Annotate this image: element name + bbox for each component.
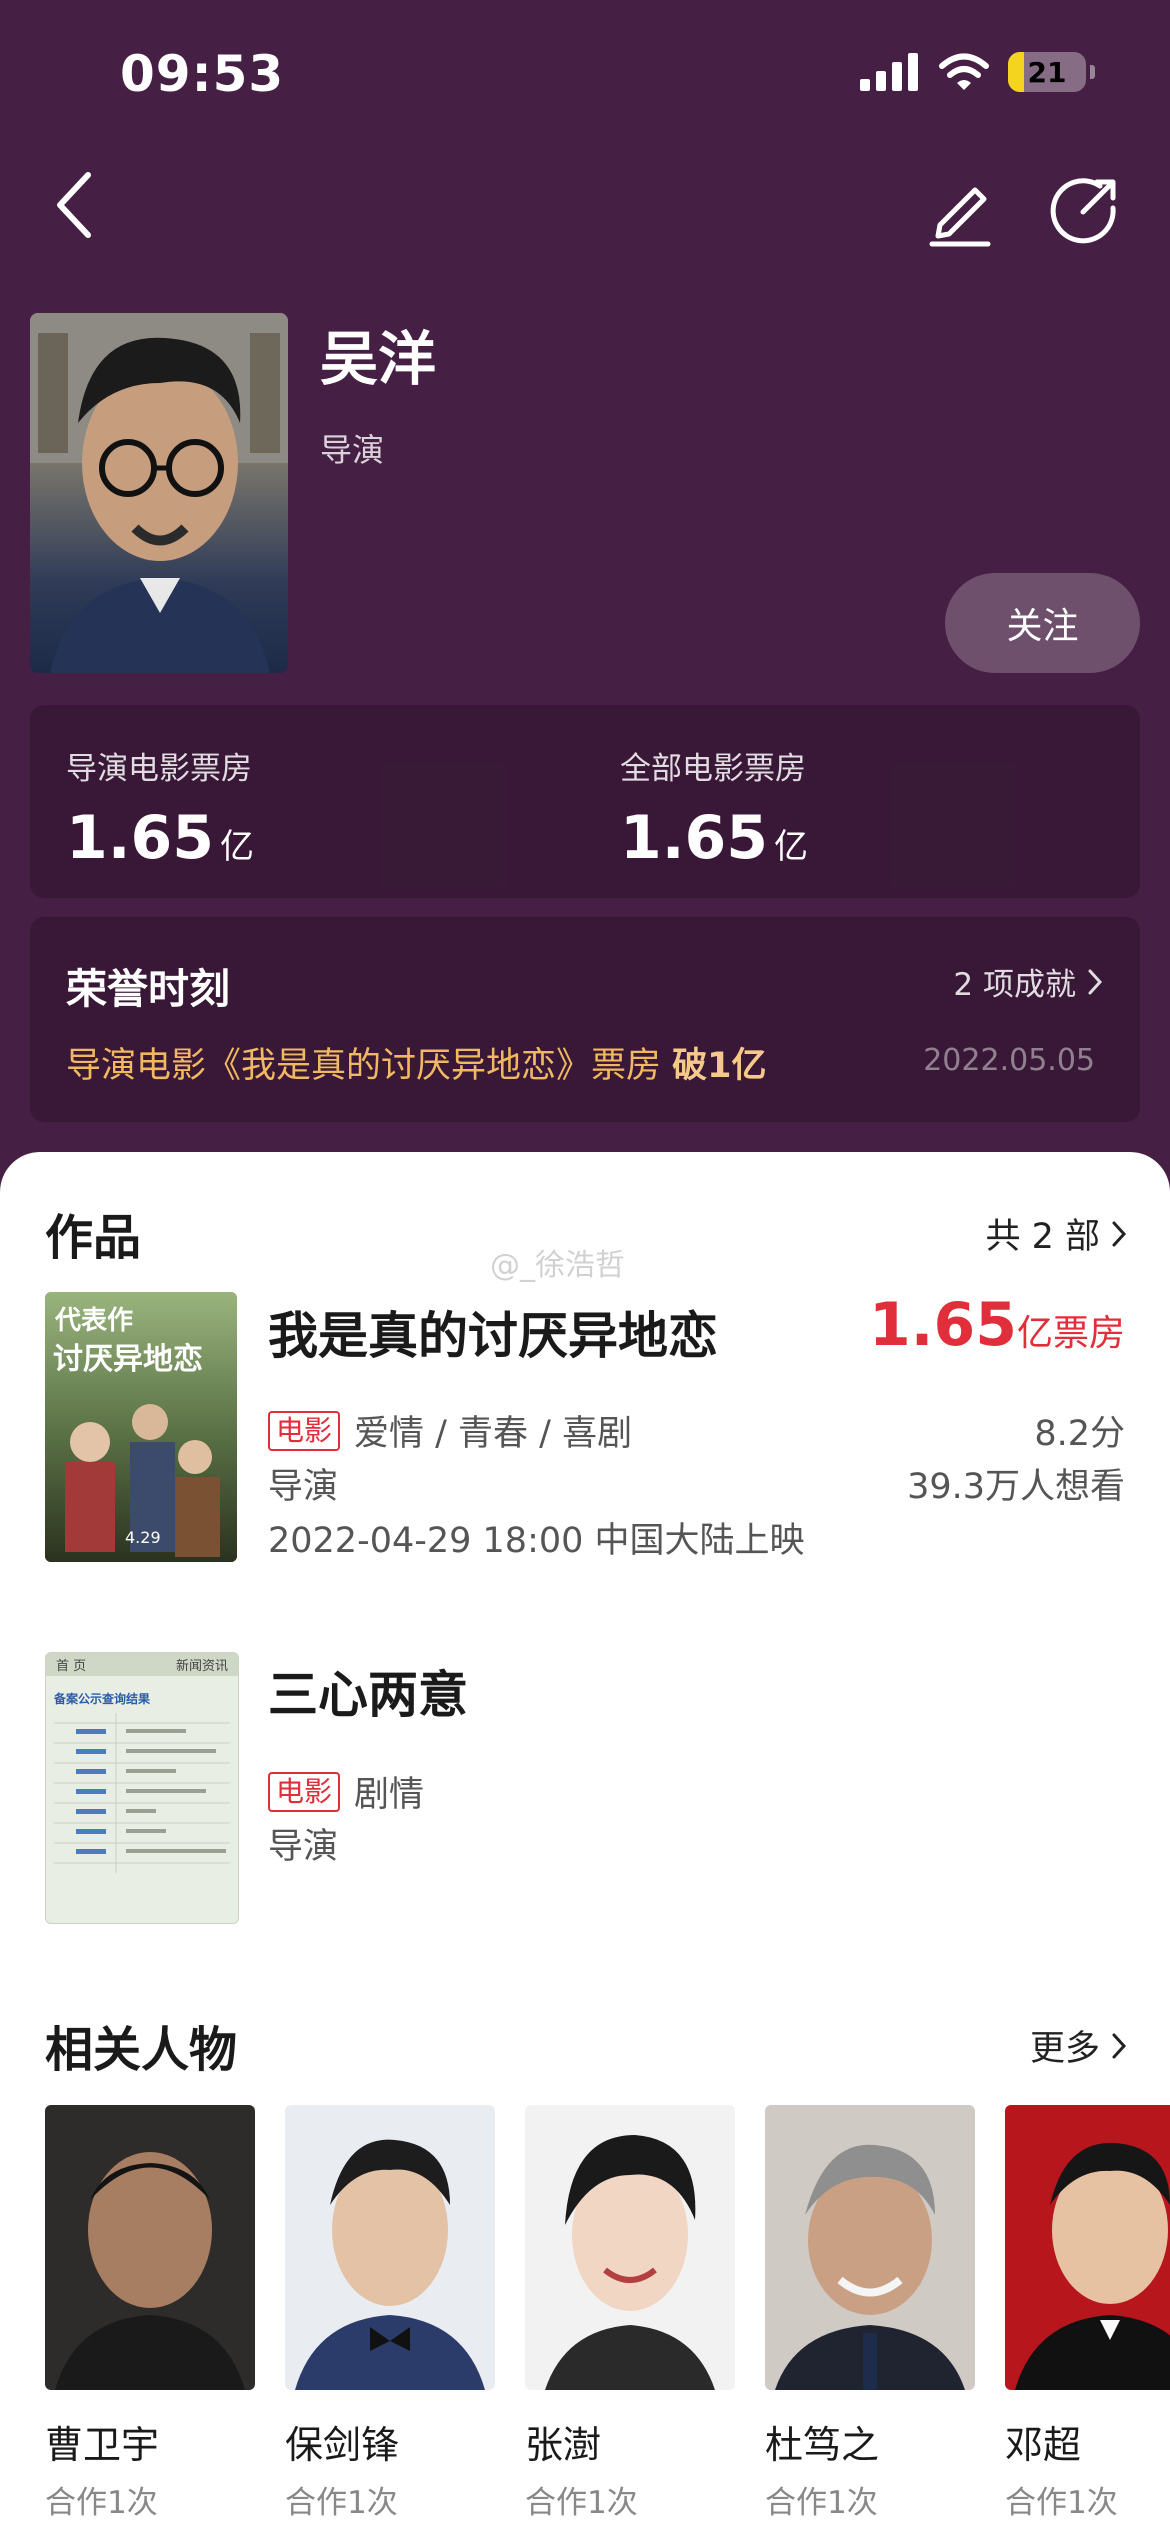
poster-date: 4.29: [125, 1528, 161, 1547]
work-title[interactable]: 我是真的讨厌异地恋: [268, 1296, 718, 1368]
signal-icon: [860, 53, 918, 91]
work-genre: 剧情: [354, 1775, 425, 1815]
share-icon: [1050, 178, 1116, 244]
avatar: [30, 313, 288, 673]
poster-title: 讨厌异地恋: [53, 1342, 203, 1377]
battery-level: 21: [1027, 55, 1067, 89]
director-box-office-value: 1.65 亿: [66, 803, 254, 873]
work-box-office-number: 1.65: [868, 1290, 1017, 1360]
poster-tab-news: 新闻资讯: [175, 1659, 228, 1674]
status-time: 09:53: [120, 45, 285, 103]
chevron-right-icon: [1112, 1221, 1127, 1246]
poster-heading: 备案公示查询结果: [54, 1692, 151, 1706]
chevron-left-icon: [57, 172, 91, 238]
work-genre-row: 电影 剧情: [268, 1766, 424, 1817]
all-box-office-unit: 亿: [774, 827, 809, 867]
person-photo: [45, 2105, 255, 2390]
works-title: 作品: [45, 1210, 142, 1266]
person-name: 曹卫宇: [45, 2423, 160, 2467]
director-box-office-label: 导演电影票房: [66, 751, 252, 787]
all-box-office-label: 全部电影票房: [620, 751, 806, 787]
all-box-office-value: 1.65 亿: [620, 803, 808, 873]
watermark: @_徐浩哲: [490, 1248, 625, 1283]
person-photo: [1005, 2105, 1170, 2390]
related-more: 更多: [1029, 2029, 1100, 2069]
person-name: 保剑锋: [285, 2423, 400, 2467]
person-photo: [765, 2105, 975, 2390]
work-genre-row: 电影 爱情 / 青春 / 喜剧: [268, 1405, 632, 1456]
edit-button[interactable]: [920, 170, 1000, 250]
related-person-card[interactable]: 保剑锋 合作1次: [285, 2105, 495, 2522]
person-name: 张澍: [525, 2423, 602, 2467]
work-role: 导演: [268, 1467, 339, 1507]
pencil-icon: [929, 187, 991, 247]
poster-tab-home: 首 页: [56, 1659, 87, 1674]
person-collab: 合作1次: [285, 2485, 398, 2521]
share-button[interactable]: [1045, 170, 1125, 250]
person-collab: 合作1次: [525, 2485, 638, 2521]
related-person-card[interactable]: 杜笃之 合作1次: [765, 2105, 975, 2522]
representative-badge: 代表作: [55, 1306, 134, 1336]
work-box-office-unit: 亿票房: [1016, 1313, 1125, 1354]
battery-icon: 21: [1008, 52, 1086, 92]
related-more-link[interactable]: 更多: [1030, 2020, 1128, 2071]
movie-tag: 电影: [268, 1771, 341, 1812]
box-office-card: 导演电影票房 1.65 亿 全部电影票房 1.65 亿: [30, 705, 1140, 898]
related-person-card[interactable]: 曹卫宇 合作1次: [45, 2105, 255, 2522]
work-want-count: 39.3万人想看: [907, 1467, 1125, 1507]
person-photo: [525, 2105, 735, 2390]
honor-item-text: 导演电影《我是真的讨厌异地恋》票房 破1亿: [66, 1037, 767, 1088]
honors-card[interactable]: 荣誉时刻 2 项成就 导演电影《我是真的讨厌异地恋》票房 破1亿 2022.05…: [30, 917, 1140, 1122]
related-person-card[interactable]: 邓超 合作1次: [1005, 2105, 1170, 2522]
honor-item-desc: 导演电影《我是真的讨厌异地恋》票房: [66, 1046, 662, 1086]
person-name: 吴洋: [320, 325, 437, 393]
person-collab: 合作1次: [1005, 2485, 1118, 2521]
person-collab: 合作1次: [765, 2485, 878, 2521]
honor-item-highlight: 破1亿: [672, 1046, 767, 1086]
work-score: 8.2分: [1034, 1414, 1125, 1454]
honors-count[interactable]: 2 项成就: [953, 959, 1104, 1004]
movie-poster[interactable]: 代表作 讨厌异地恋 4.29: [45, 1292, 237, 1562]
related-title: 相关人物: [45, 2022, 238, 2078]
director-box-office-unit: 亿: [220, 827, 255, 867]
related-person-card[interactable]: 张澍 合作1次: [525, 2105, 735, 2522]
all-box-office-number: 1.65: [620, 803, 769, 873]
person-name: 邓超: [1005, 2423, 1082, 2467]
back-button[interactable]: [40, 165, 110, 245]
chevron-right-icon: [1112, 2033, 1127, 2058]
wifi-icon: [939, 53, 989, 90]
honor-item-date: 2022.05.05: [923, 1043, 1095, 1078]
works-count-link[interactable]: 共 2 部: [985, 1208, 1128, 1259]
person-collab: 合作1次: [45, 2485, 158, 2521]
status-icons: 21: [860, 52, 1095, 92]
honors-count-label: 2 项成就: [953, 967, 1076, 1003]
chevron-right-icon: [1088, 969, 1103, 994]
follow-button[interactable]: 关注: [945, 573, 1140, 673]
work-box-office: 1.65亿票房: [869, 1290, 1125, 1360]
movie-poster[interactable]: 首 页 新闻资讯 备案公示查询结果: [45, 1652, 239, 1924]
person-role: 导演: [320, 431, 385, 469]
work-title[interactable]: 三心两意: [268, 1655, 468, 1727]
movie-tag: 电影: [268, 1410, 341, 1451]
work-genre: 爱情 / 青春 / 喜剧: [354, 1414, 633, 1454]
honors-title: 荣誉时刻: [66, 965, 230, 1013]
director-box-office-number: 1.65: [66, 803, 215, 873]
person-name: 杜笃之: [765, 2423, 880, 2467]
work-role: 导演: [268, 1827, 339, 1867]
works-count: 共 2 部: [985, 1217, 1100, 1257]
work-release: 2022-04-29 18:00 中国大陆上映: [268, 1521, 805, 1561]
person-photo: [285, 2105, 495, 2390]
